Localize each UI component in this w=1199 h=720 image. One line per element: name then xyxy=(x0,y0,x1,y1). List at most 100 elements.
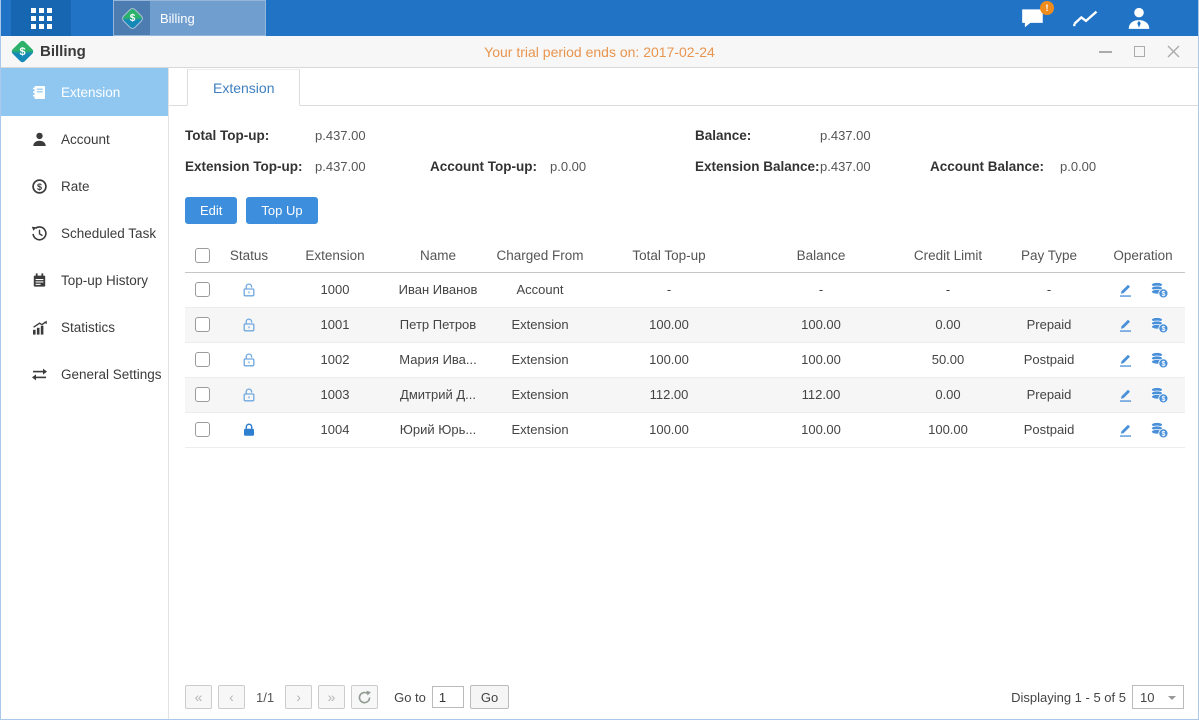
goto-label: Go to xyxy=(394,690,426,705)
refresh-icon xyxy=(357,690,372,705)
charged-from-cell: Extension xyxy=(485,342,595,377)
name-cell: Юрий Юрь... xyxy=(391,412,485,447)
total-topup-cell: 100.00 xyxy=(595,412,743,447)
chevron-down-icon xyxy=(1168,696,1176,704)
table-header-row: StatusExtensionNameCharged FromTotal Top… xyxy=(185,239,1185,272)
select-all-checkbox[interactable] xyxy=(195,248,210,263)
minimize-button[interactable] xyxy=(1098,45,1112,59)
pay-type-cell: Postpaid xyxy=(997,412,1101,447)
balance-value: p.437.00 xyxy=(820,128,871,143)
sidebar-item-top-up-history[interactable]: Top-up History xyxy=(1,257,168,304)
edit-row-icon[interactable] xyxy=(1117,316,1134,333)
close-button[interactable] xyxy=(1166,45,1180,59)
top-up-row-icon[interactable]: $ xyxy=(1150,281,1169,299)
apps-menu-button[interactable] xyxy=(11,0,71,36)
main-panel: Extension Total Top-up: p.437.00 Balance… xyxy=(169,68,1198,719)
top-up-row-icon[interactable]: $ xyxy=(1150,421,1169,439)
top-up-row-icon[interactable]: $ xyxy=(1150,316,1169,334)
title-bar: Billing Your trial period ends on: 2017-… xyxy=(1,36,1198,68)
history-clock-icon xyxy=(30,225,48,243)
edit-row-icon[interactable] xyxy=(1117,281,1134,298)
charged-from-cell: Extension xyxy=(485,412,595,447)
reports-chart-icon[interactable] xyxy=(1072,7,1100,29)
displaying-status: Displaying 1 - 5 of 5 xyxy=(1011,690,1126,705)
column-header-total-top-up: Total Top-up xyxy=(595,239,743,272)
refresh-button[interactable] xyxy=(351,685,378,709)
column-header-balance: Balance xyxy=(743,239,899,272)
total-topup-cell: - xyxy=(595,272,743,307)
prev-page-button[interactable]: ‹ xyxy=(218,685,245,709)
edit-row-icon[interactable] xyxy=(1117,351,1134,368)
pay-type-cell: Prepaid xyxy=(997,307,1101,342)
locked-status-icon xyxy=(241,421,257,436)
sidebar-item-extension[interactable]: Extension xyxy=(1,68,168,116)
go-button[interactable]: Go xyxy=(470,685,509,709)
next-page-button[interactable]: › xyxy=(285,685,312,709)
sidebar-item-label: Top-up History xyxy=(61,273,148,288)
account-balance-value: p.0.00 xyxy=(1060,159,1096,174)
sidebar-item-general-settings[interactable]: General Settings xyxy=(1,351,168,398)
unlocked-status-icon xyxy=(241,316,257,331)
extension-topup-value: p.437.00 xyxy=(315,159,366,174)
account-balance-label: Account Balance: xyxy=(930,159,1044,174)
title-left: Billing xyxy=(1,43,86,60)
table-row: 1002Мария Ива...Extension100.00100.0050.… xyxy=(185,342,1185,377)
column-header-credit-limit: Credit Limit xyxy=(899,239,997,272)
pay-type-cell: Prepaid xyxy=(997,377,1101,412)
top-up-row-icon[interactable]: $ xyxy=(1150,386,1169,404)
user-icon[interactable] xyxy=(1126,6,1152,30)
edit-row-icon[interactable] xyxy=(1117,386,1134,403)
svg-text:$: $ xyxy=(1161,325,1165,332)
credit-limit-cell: 100.00 xyxy=(899,412,997,447)
sidebar-item-label: Scheduled Task xyxy=(61,226,156,241)
top-up-button[interactable]: Top Up xyxy=(246,197,317,224)
top-up-row-icon[interactable]: $ xyxy=(1150,351,1169,369)
maximize-button[interactable] xyxy=(1132,45,1146,59)
messages-icon[interactable]: ! xyxy=(1020,7,1046,29)
apps-grid-icon xyxy=(31,8,52,29)
billing-diamond-icon xyxy=(10,39,34,63)
svg-text:$: $ xyxy=(1161,395,1165,402)
ledger-icon xyxy=(30,83,48,101)
edit-button[interactable]: Edit xyxy=(185,197,237,224)
svg-text:$: $ xyxy=(1161,360,1165,367)
column-header-status: Status xyxy=(219,239,279,272)
select-all-header xyxy=(185,239,219,272)
balance-cell: 100.00 xyxy=(743,342,899,377)
table-body: 1000Иван ИвановAccount----$1001Петр Петр… xyxy=(185,272,1185,447)
goto-page-input[interactable] xyxy=(432,686,464,708)
sidebar-item-rate[interactable]: $Rate xyxy=(1,163,168,210)
total-topup-cell: 100.00 xyxy=(595,342,743,377)
billing-diamond-icon xyxy=(114,1,150,35)
top-bar: Billing ! xyxy=(1,0,1198,36)
unlocked-status-icon xyxy=(241,386,257,401)
page-size-select[interactable]: 10 xyxy=(1132,685,1184,709)
balance-cell: 100.00 xyxy=(743,412,899,447)
edit-row-icon[interactable] xyxy=(1117,421,1134,438)
last-page-button[interactable]: » xyxy=(318,685,345,709)
billing-app-tab[interactable]: Billing xyxy=(113,0,266,36)
row-checkbox[interactable] xyxy=(195,422,210,437)
credit-limit-cell: - xyxy=(899,272,997,307)
sidebar-item-scheduled-task[interactable]: Scheduled Task xyxy=(1,210,168,257)
row-checkbox[interactable] xyxy=(195,352,210,367)
sidebar-item-label: Extension xyxy=(61,85,120,100)
total-topup-label: Total Top-up: xyxy=(185,128,269,143)
pay-type-cell: Postpaid xyxy=(997,342,1101,377)
tab-strip: Extension xyxy=(169,68,1198,106)
sidebar-item-statistics[interactable]: Statistics xyxy=(1,304,168,351)
extension-balance-label: Extension Balance: xyxy=(695,159,820,174)
row-checkbox[interactable] xyxy=(195,387,210,402)
column-header-name: Name xyxy=(391,239,485,272)
settings-arrows-icon xyxy=(30,366,48,384)
first-page-button[interactable]: « xyxy=(185,685,212,709)
tab-extension[interactable]: Extension xyxy=(187,69,300,106)
sidebar-item-label: General Settings xyxy=(61,367,162,382)
row-checkbox[interactable] xyxy=(195,317,210,332)
credit-limit-cell: 0.00 xyxy=(899,307,997,342)
row-checkbox[interactable] xyxy=(195,282,210,297)
unlocked-status-icon xyxy=(241,281,257,296)
statistics-icon xyxy=(30,319,48,337)
charged-from-cell: Account xyxy=(485,272,595,307)
sidebar-item-account[interactable]: Account xyxy=(1,116,168,163)
